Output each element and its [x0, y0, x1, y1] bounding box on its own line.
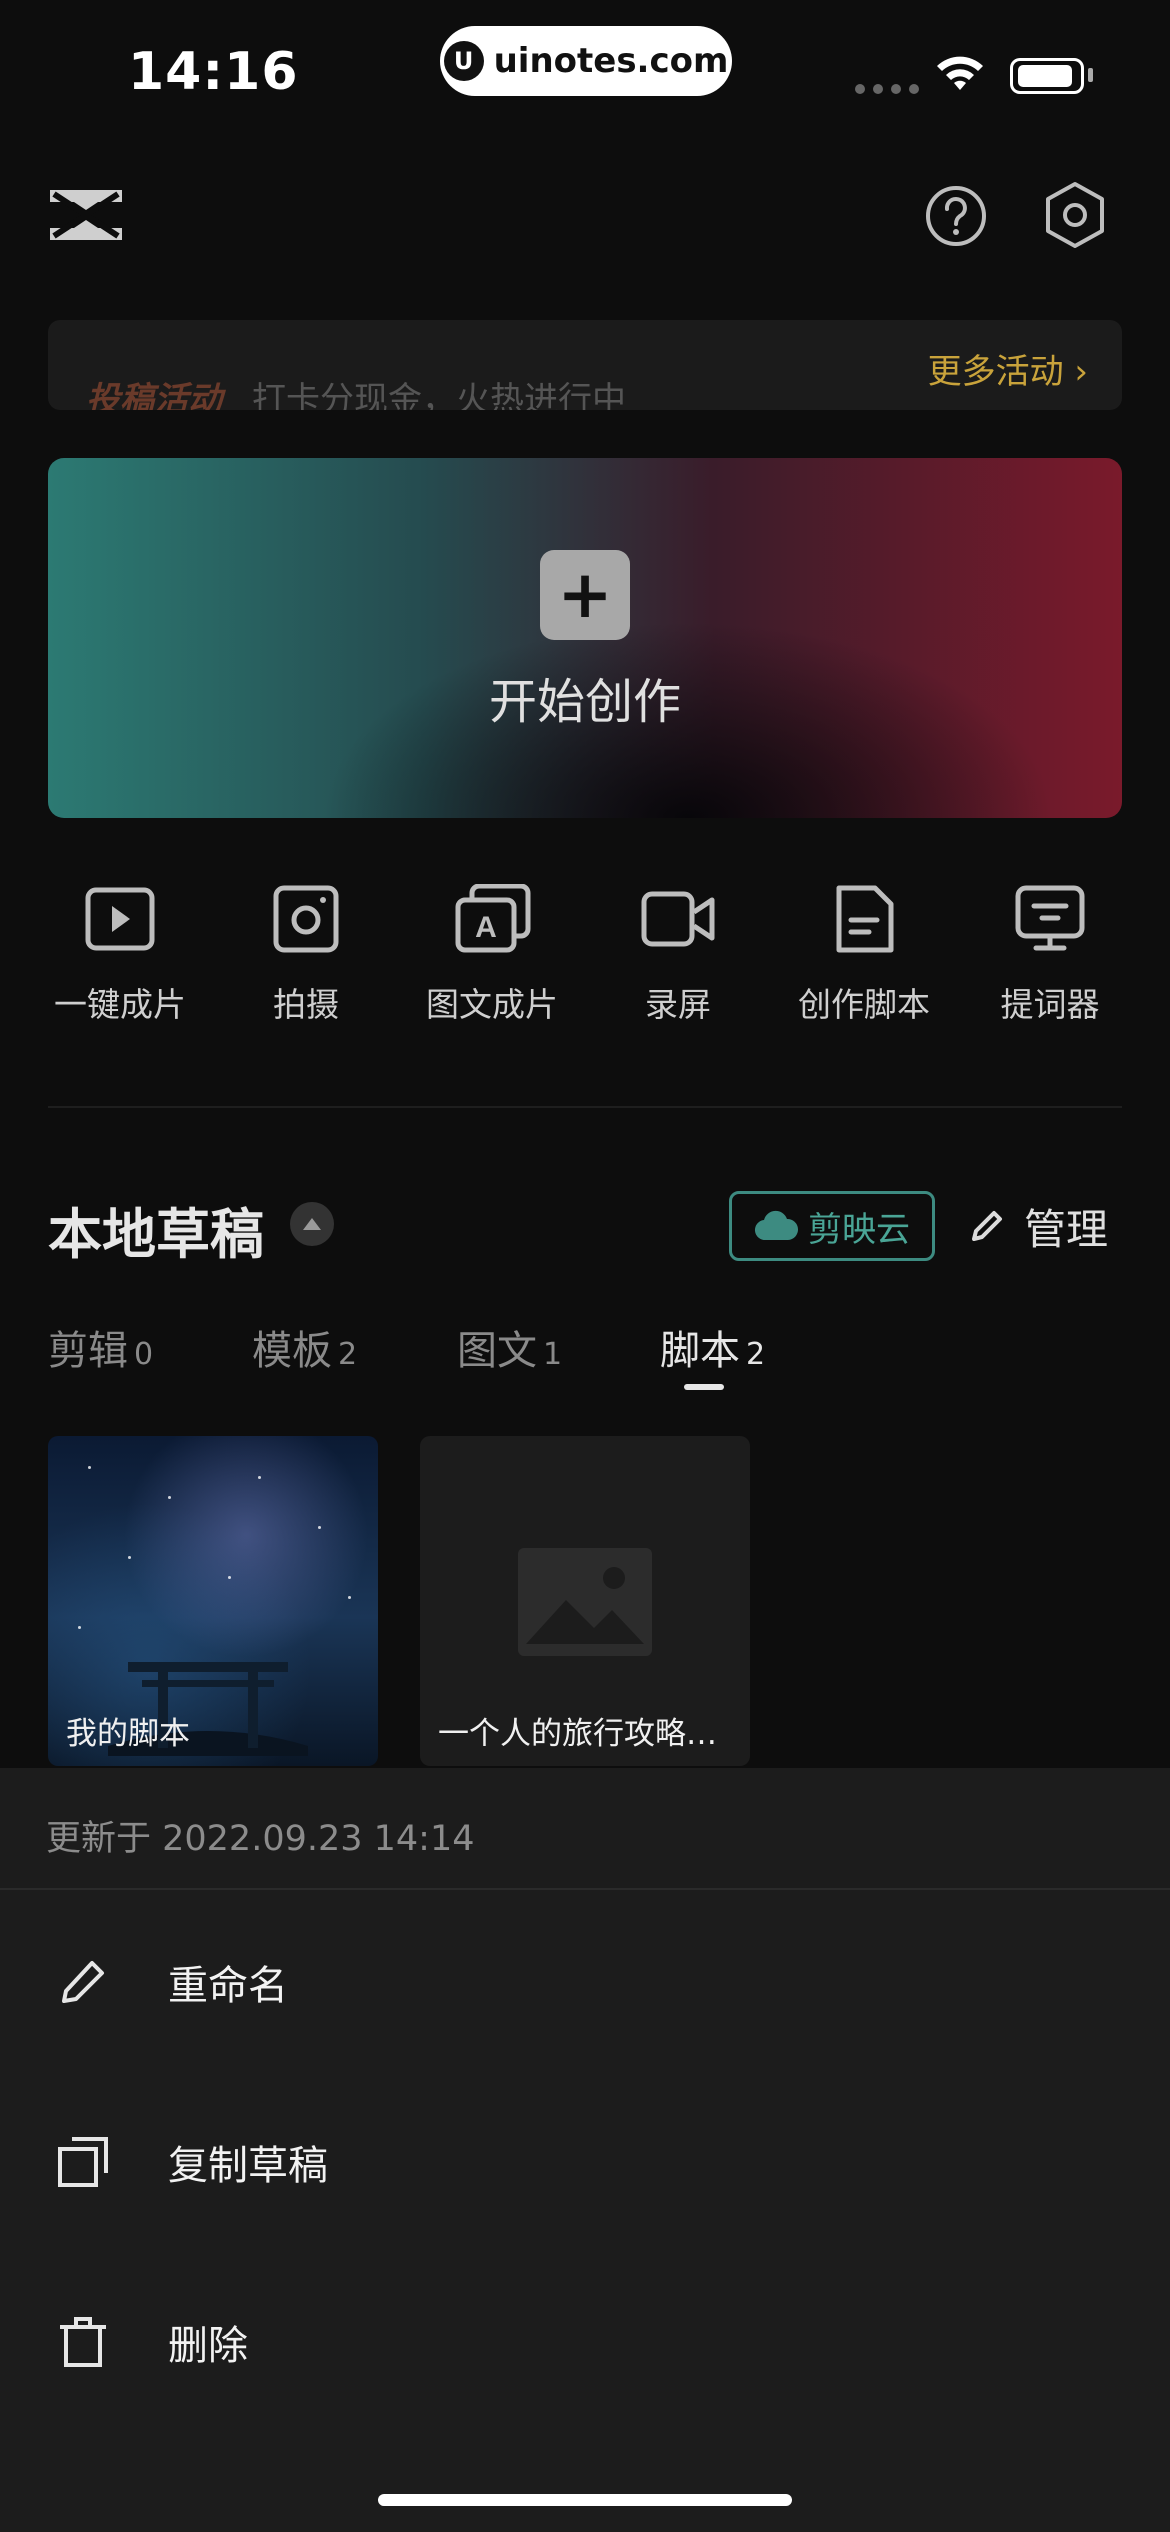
- trash-icon: [60, 2317, 106, 2367]
- play-square-icon: [85, 887, 155, 951]
- tab-script[interactable]: 脚本 2: [660, 1318, 765, 1376]
- tool-label: 图文成片: [426, 985, 558, 1024]
- tool-teleprompter[interactable]: 提词器: [960, 884, 1140, 1026]
- banner-tag: 投稿活动: [86, 380, 222, 410]
- script-card-travel-guide[interactable]: 一个人的旅行攻略…: [420, 1436, 750, 1766]
- tab-image-text[interactable]: 图文 1: [457, 1318, 562, 1376]
- tab-label: 剪辑: [48, 1328, 128, 1374]
- pencil-icon: [972, 1210, 1002, 1241]
- hexagon-gear-icon[interactable]: [1042, 180, 1108, 250]
- tool-label: 录屏: [645, 985, 711, 1024]
- manage-button[interactable]: 管理: [966, 1196, 1108, 1257]
- collapse-button[interactable]: [290, 1202, 334, 1246]
- tab-edit[interactable]: 剪辑 0: [48, 1318, 153, 1376]
- copy-icon: [58, 2137, 108, 2187]
- tab-label: 脚本: [660, 1328, 740, 1374]
- tab-count: 2: [338, 1337, 358, 1372]
- svg-text:A: A: [475, 911, 497, 944]
- delete-action[interactable]: 删除: [0, 2272, 1170, 2412]
- status-time: 14:16: [128, 42, 299, 102]
- image-placeholder-icon: [518, 1548, 652, 1656]
- updated-timestamp: 更新于 2022.09.23 14:14: [46, 1819, 475, 1859]
- tool-text-to-video[interactable]: A 图文成片: [402, 884, 582, 1026]
- tool-label: 提词器: [1000, 985, 1100, 1024]
- watermark-text: uinotes.com: [493, 41, 729, 81]
- tool-create-script[interactable]: 创作脚本: [774, 884, 954, 1026]
- active-tab-indicator: [684, 1384, 724, 1390]
- delete-label: 删除: [168, 2323, 248, 2369]
- more-activities-label: 更多活动: [927, 352, 1064, 392]
- tab-label: 模板: [252, 1328, 332, 1374]
- pencil-icon: [62, 1961, 104, 2003]
- cloud-label: 剪映云: [808, 1209, 910, 1250]
- activity-banner[interactable]: 投稿活动 打卡分现金，火热进行中 更多活动 ›: [48, 320, 1122, 410]
- banner-desc: 打卡分现金，火热进行中: [252, 380, 626, 410]
- more-activities-link[interactable]: 更多活动 ›: [928, 344, 1088, 393]
- duplicate-draft-action[interactable]: 复制草稿: [0, 2092, 1170, 2232]
- tool-screen-record[interactable]: 录屏: [588, 884, 768, 1026]
- start-creating-label: 开始创作: [488, 674, 681, 730]
- script-title: 一个人的旅行攻略…: [438, 1716, 717, 1752]
- watermark-logo-icon: U: [443, 41, 484, 81]
- rename-action[interactable]: 重命名: [0, 1912, 1170, 2052]
- sheet-divider: [0, 1888, 1170, 1890]
- banner-text: 投稿活动 打卡分现金，火热进行中: [86, 372, 626, 410]
- tool-label: 创作脚本: [798, 985, 930, 1024]
- question-circle-icon[interactable]: [924, 184, 988, 248]
- local-drafts-title: 本地草稿: [48, 1203, 264, 1266]
- script-card-my-script[interactable]: 我的脚本: [48, 1436, 378, 1766]
- section-divider: [48, 1106, 1122, 1108]
- tool-label: 一键成片: [54, 985, 186, 1024]
- action-sheet: 更新于 2022.09.23 14:14 重命名 复制草稿 删除: [0, 1768, 1170, 2532]
- tab-count: 2: [746, 1337, 766, 1372]
- tab-label: 图文: [457, 1328, 537, 1374]
- home-indicator[interactable]: [378, 2494, 792, 2506]
- signal-icon: [855, 84, 919, 94]
- battery-tip: [1088, 68, 1093, 82]
- start-creating-card[interactable]: + 开始创作: [48, 458, 1122, 818]
- battery-icon: [1010, 58, 1084, 94]
- wifi-icon: [937, 56, 983, 90]
- teleprompter-icon: [1015, 885, 1085, 951]
- cloud-icon: [755, 1210, 798, 1241]
- capcut-logo-icon: [50, 190, 122, 240]
- document-icon: [836, 885, 894, 953]
- script-title: 我的脚本: [66, 1716, 190, 1752]
- chevron-right-icon: ›: [1074, 352, 1088, 392]
- tool-shoot[interactable]: 拍摄: [216, 884, 396, 1026]
- tab-template[interactable]: 模板 2: [252, 1318, 357, 1376]
- duplicate-draft-label: 复制草稿: [168, 2143, 328, 2189]
- watermark-badge: U uinotes.com: [440, 26, 732, 96]
- tool-one-click-video[interactable]: 一键成片: [30, 884, 210, 1026]
- triangle-up-icon: [303, 1218, 321, 1230]
- tab-count: 1: [543, 1337, 563, 1372]
- tab-count: 0: [134, 1337, 154, 1372]
- camera-icon: [273, 885, 339, 953]
- text-image-icon: A: [455, 884, 531, 953]
- tool-label: 拍摄: [273, 985, 339, 1024]
- plus-icon: +: [540, 550, 630, 640]
- video-camera-icon: [641, 891, 715, 947]
- manage-label: 管理: [1024, 1205, 1109, 1254]
- rename-label: 重命名: [168, 1963, 288, 2009]
- cloud-button[interactable]: 剪映云: [729, 1191, 935, 1261]
